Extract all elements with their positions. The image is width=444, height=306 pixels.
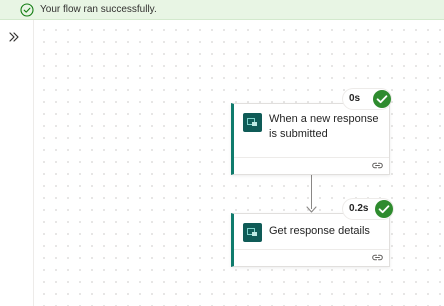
left-rail bbox=[0, 20, 42, 306]
connector-arrow-icon bbox=[306, 206, 317, 213]
flow-step-action[interactable]: Get response details bbox=[231, 213, 390, 267]
step-title: When a new response is submitted bbox=[269, 113, 379, 140]
link-icon[interactable] bbox=[372, 253, 383, 262]
flow-step-trigger[interactable]: When a new response is submitted bbox=[231, 103, 390, 175]
step-title: Get response details bbox=[269, 225, 370, 237]
success-check-icon bbox=[373, 90, 391, 108]
banner-message: Your flow ran successfully. bbox=[40, 4, 157, 15]
check-circle-icon bbox=[20, 3, 34, 17]
run-status-badge: 0s bbox=[343, 89, 391, 109]
run-status-badge: 0.2s bbox=[343, 199, 393, 219]
forms-icon bbox=[243, 223, 262, 242]
success-banner: Your flow ran successfully. bbox=[0, 0, 444, 20]
link-icon[interactable] bbox=[372, 161, 383, 170]
step-footer bbox=[234, 249, 389, 266]
forms-icon bbox=[243, 113, 262, 132]
success-check-icon bbox=[375, 200, 393, 218]
step-duration: 0.2s bbox=[349, 203, 369, 214]
step-footer bbox=[234, 157, 389, 174]
step-duration: 0s bbox=[349, 93, 361, 104]
step-connector bbox=[311, 175, 312, 209]
double-chevron-right-icon[interactable] bbox=[7, 30, 21, 44]
